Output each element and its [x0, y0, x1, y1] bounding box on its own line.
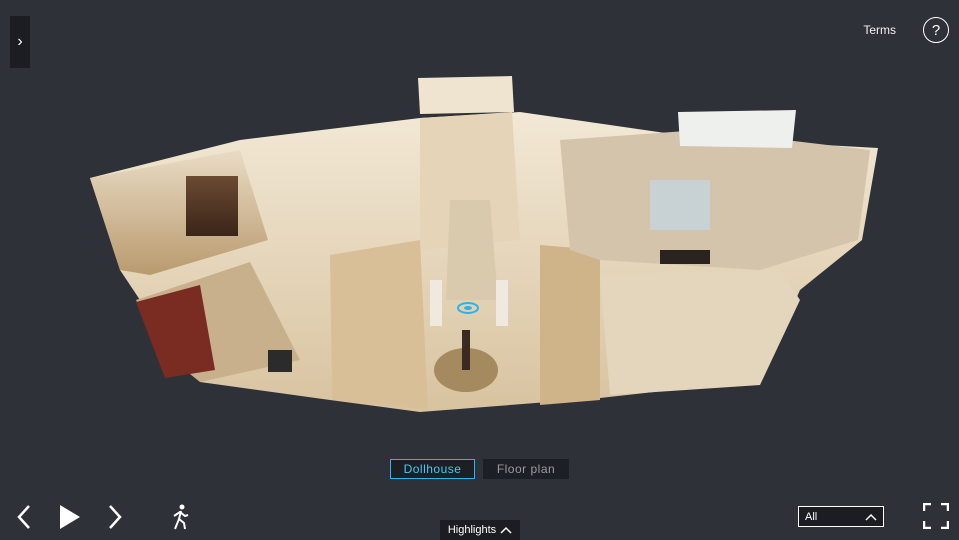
walkthrough-button[interactable] [170, 503, 192, 531]
view-mode-toggle: Dollhouse Floor plan [390, 459, 569, 479]
chevron-left-icon [17, 505, 30, 529]
armoire [186, 176, 238, 236]
dining-table [660, 250, 710, 264]
window [650, 180, 710, 230]
white-wall [678, 110, 796, 148]
right-upper-room [560, 130, 870, 270]
chevron-up-icon [865, 513, 877, 521]
right-partition [540, 245, 600, 405]
dollhouse-button[interactable]: Dollhouse [390, 459, 475, 479]
floor-plan-button[interactable]: Floor plan [483, 459, 569, 479]
statue [462, 330, 470, 370]
play-button[interactable] [56, 503, 82, 531]
staircase [446, 200, 498, 300]
left-partition [330, 240, 428, 410]
walking-person-icon [173, 504, 189, 530]
fullscreen-icon [923, 503, 949, 529]
right-lower-room [600, 270, 800, 395]
fullscreen-button[interactable] [923, 503, 949, 529]
previous-button[interactable] [14, 503, 34, 531]
highlights-button[interactable]: Highlights [440, 520, 520, 540]
floor-select-value: All [805, 510, 818, 523]
chevron-right-icon [109, 505, 122, 529]
chevron-up-icon [500, 526, 512, 534]
highlights-label: Highlights [447, 524, 497, 536]
column [430, 280, 442, 326]
column [496, 280, 508, 326]
next-button[interactable] [105, 503, 125, 531]
top-tower [418, 76, 514, 114]
floor-select[interactable]: All [798, 506, 884, 527]
fireplace [268, 350, 292, 372]
play-icon [60, 505, 80, 529]
